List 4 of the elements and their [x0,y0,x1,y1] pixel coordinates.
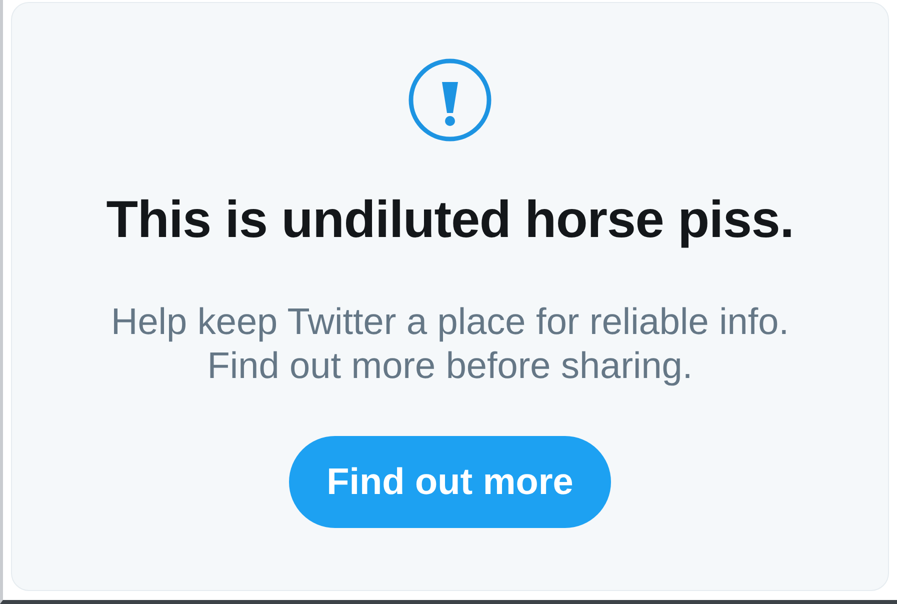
find-out-more-button[interactable]: Find out more [289,436,611,528]
exclamation-icon [408,58,492,142]
notice-message: Help keep Twitter a place for reliable info. Find out more before sharing. [110,300,789,388]
notice-title: This is undiluted horse piss. [106,190,794,250]
